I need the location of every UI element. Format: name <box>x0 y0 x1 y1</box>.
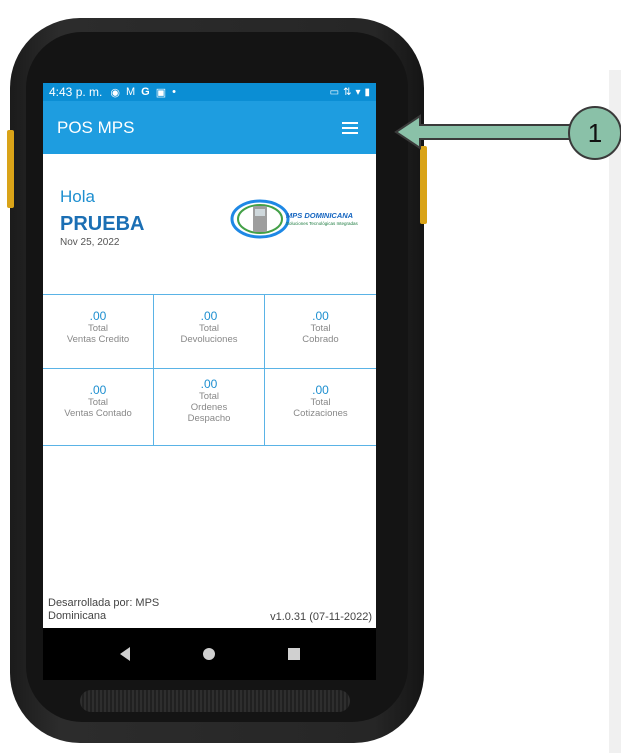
hamburger-menu-icon[interactable] <box>342 120 362 136</box>
dot-icon: • <box>172 86 176 98</box>
user-name: PRUEBA <box>60 213 145 235</box>
stat-value: .00 <box>312 383 329 397</box>
background-panel <box>609 70 621 753</box>
app-title: POS MPS <box>57 117 135 137</box>
callout-arrow-icon <box>394 114 571 150</box>
stat-ventas-credito[interactable]: .00 Total Ventas Credito <box>43 295 154 369</box>
status-time: 4:43 p. m. <box>49 85 103 99</box>
home-icon[interactable] <box>202 648 215 660</box>
screenshot-canvas: 4:43 p. m. ◉ M G ▣ • ▭ ⇅ ▾ ▮ POS MPS Hol… <box>0 0 621 753</box>
stat-label: Total Ventas Contado <box>64 397 132 419</box>
stat-value: .00 <box>200 309 218 323</box>
status-bar: 4:43 p. m. ◉ M G ▣ • ▭ ⇅ ▾ ▮ <box>43 83 376 101</box>
status-right-icons: ▭ ⇅ ▾ ▮ <box>330 87 370 98</box>
back-icon[interactable] <box>119 647 130 661</box>
right-side-button <box>420 146 427 224</box>
callout-number-badge: 1 <box>568 106 621 160</box>
logo-title: MPS DOMINICANA <box>286 211 354 220</box>
phone-screen: 4:43 p. m. ◉ M G ▣ • ▭ ⇅ ▾ ▮ POS MPS Hol… <box>43 83 376 680</box>
speaker-grille <box>80 690 350 712</box>
android-nav-bar <box>43 628 376 680</box>
developer-credit: Desarrollada por: MPS Dominicana <box>48 597 160 622</box>
stat-label: Total Ventas Credito <box>66 323 130 345</box>
left-side-button <box>7 130 14 208</box>
stat-value: .00 <box>200 377 218 391</box>
gmail-icon: M <box>125 86 136 98</box>
stat-ordenes-despacho[interactable]: .00 Total Ordenes Despacho <box>154 369 265 445</box>
stat-label: Total Devoluciones <box>180 323 238 345</box>
stat-devoluciones[interactable]: .00 Total Devoluciones <box>154 295 265 369</box>
greeting-text: Hola <box>60 187 95 206</box>
logo-subtitle: Soluciones Tecnológicas Integradas <box>286 221 358 226</box>
app-bar: POS MPS <box>43 101 376 154</box>
stat-cotizaciones[interactable]: .00 Total Cotizaciones <box>265 369 376 445</box>
stat-label: Total Cotizaciones <box>293 397 348 419</box>
cast-icon: ▭ <box>329 86 340 98</box>
google-icon: G <box>141 86 150 98</box>
app-version: v1.0.31 (07-11-2022) <box>270 611 372 623</box>
image-icon: ▣ <box>155 86 167 99</box>
stat-label: Total Ordenes Despacho <box>187 391 231 424</box>
recent-apps-icon[interactable] <box>287 648 300 660</box>
battery-icon: ▮ <box>364 86 370 98</box>
stat-value: .00 <box>312 309 329 323</box>
wifi-icon: ▾ <box>355 86 361 98</box>
chrome-icon: ◉ <box>110 86 120 99</box>
stats-grid: .00 Total Ventas Credito .00 Total Devol… <box>43 294 376 446</box>
stat-cobrado[interactable]: .00 Total Cobrado <box>265 295 376 369</box>
current-date: Nov 25, 2022 <box>60 237 120 248</box>
data-icon: ⇅ <box>343 86 352 98</box>
stat-label: Total Cobrado <box>302 323 339 345</box>
stat-value: .00 <box>89 383 107 397</box>
stat-value: .00 <box>89 309 107 323</box>
stat-ventas-contado[interactable]: .00 Total Ventas Contado <box>43 369 154 445</box>
